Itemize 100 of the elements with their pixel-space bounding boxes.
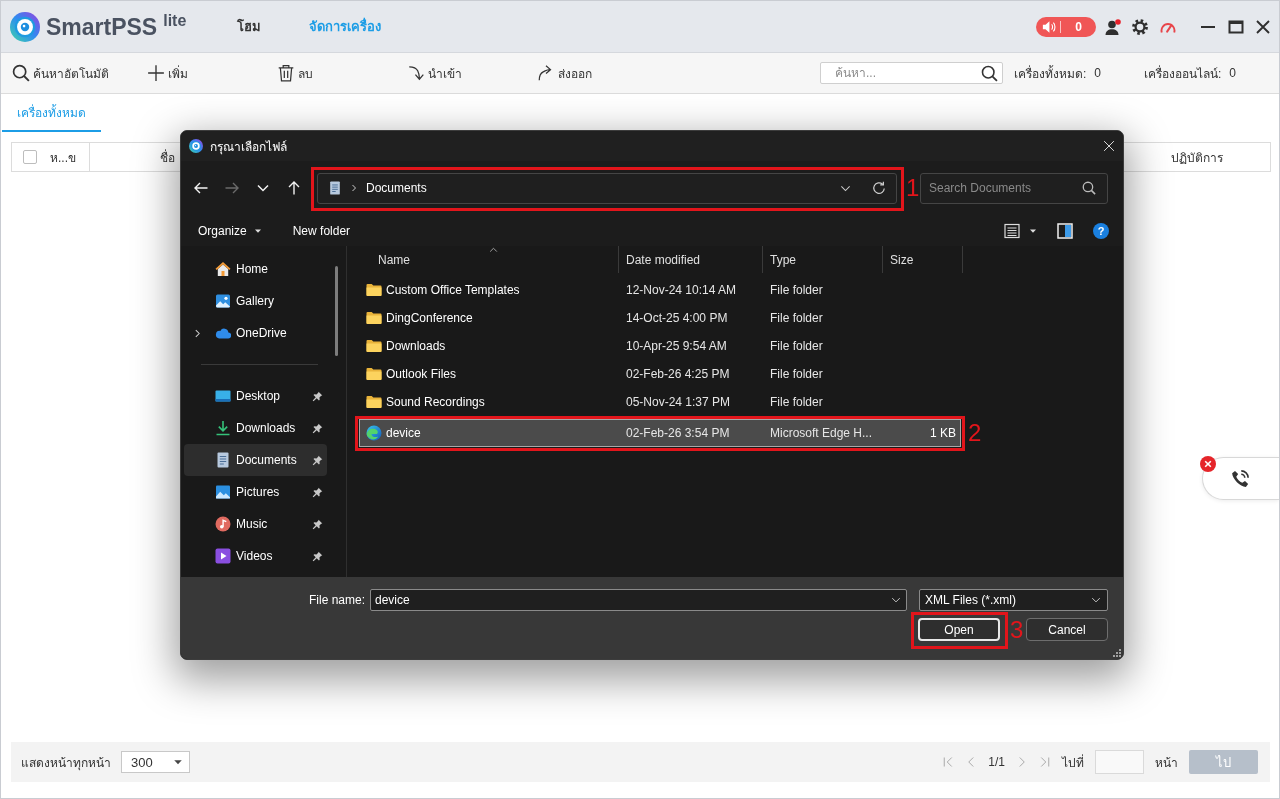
pin-icon (312, 422, 323, 434)
sidebar-item[interactable]: Gallery (184, 285, 327, 317)
file-type: File folder (770, 311, 823, 325)
column-header[interactable]: Size (883, 246, 963, 273)
search-icon[interactable] (981, 64, 998, 82)
dialog-button[interactable]: Cancel (1026, 618, 1108, 641)
sidebar-item[interactable]: Videos (184, 540, 327, 572)
page-size-select[interactable]: 300 (121, 751, 190, 773)
download-icon (215, 420, 231, 436)
sidebar-item[interactable]: Music (184, 508, 327, 540)
checkbox[interactable] (23, 150, 37, 164)
import-button[interactable]: นำเข้า (407, 63, 537, 83)
file-name: device (386, 426, 421, 440)
chevron-right-icon (193, 328, 202, 338)
file-name-field[interactable]: device (370, 589, 907, 611)
close-icon[interactable] (1255, 18, 1271, 35)
callout-number: 2 (968, 421, 982, 445)
sidebar-item[interactable]: OneDrive (184, 317, 327, 349)
back-arrow-icon[interactable] (193, 180, 209, 196)
chevron-down-icon (1091, 595, 1101, 605)
file-date: 02-Feb-26 3:54 PM (626, 426, 730, 440)
pin-icon (312, 390, 323, 402)
list-view-icon[interactable] (1004, 222, 1020, 239)
file-date: 12-Nov-24 10:14 AM (626, 283, 737, 297)
file-type: File folder (770, 283, 823, 297)
field-label: File name: (308, 593, 365, 607)
goto-label: ไปที่ (1062, 753, 1084, 772)
delete-button[interactable]: ลบ (277, 63, 407, 83)
file-type: File folder (770, 395, 823, 409)
chevron-right-icon (350, 184, 358, 192)
dialog-button[interactable]: Open (918, 618, 1000, 641)
desktop-icon (215, 388, 231, 404)
sort-caret-icon (488, 247, 498, 252)
preview-pane-icon[interactable] (1057, 222, 1073, 239)
file-row[interactable]: Downloads 10-Apr-25 9:54 AM File folder (359, 332, 961, 360)
call-widget[interactable] (1202, 457, 1279, 500)
refresh-icon[interactable] (872, 181, 886, 195)
file-type: File folder (770, 367, 823, 381)
file-row[interactable]: Sound Recordings 05-Nov-24 1:37 PM File folder (359, 388, 961, 416)
search-icon (12, 64, 30, 82)
gallery-icon (215, 293, 231, 309)
folder-icon (366, 366, 382, 382)
page-number-field[interactable] (1095, 750, 1144, 774)
sidebar-item[interactable]: Desktop (184, 380, 327, 412)
plus-icon (147, 64, 165, 82)
dialog-title: กรุณาเลือกไฟล์ (210, 138, 287, 156)
column-header[interactable]: Name (347, 246, 619, 273)
file-date: 02-Feb-26 4:25 PM (626, 367, 730, 381)
speaker-icon (1042, 19, 1056, 34)
command-button[interactable]: New folder (292, 223, 351, 238)
stat-label: เครื่องออนไลน์: (1144, 64, 1222, 83)
address-bar[interactable]: Documents (317, 172, 897, 204)
sidebar-item[interactable]: Pictures (184, 476, 327, 508)
folder-icon (366, 282, 382, 298)
file-row[interactable]: Outlook Files 02-Feb-26 4:25 PM File folder (359, 360, 961, 388)
search-icon[interactable] (1082, 181, 1096, 195)
command-button[interactable]: Organize (198, 223, 262, 238)
settings-icon[interactable] (1132, 18, 1148, 35)
chevron-down-icon[interactable] (891, 595, 901, 605)
column-header[interactable]: Type (763, 246, 883, 273)
page-indicator: 1/1 (988, 755, 1005, 769)
folder-icon (366, 310, 382, 326)
up-arrow-icon[interactable] (286, 180, 302, 196)
file-size: 1 KB (930, 426, 956, 440)
page-size-label: แสดงหน้าทุกหน้า (21, 754, 111, 772)
document-icon (328, 181, 342, 195)
stat-value: 0 (1094, 66, 1102, 80)
app-logo-text: SmartPSS$^{lite}$ (46, 11, 187, 42)
file-type-select[interactable]: XML Files (*.xml) (919, 589, 1108, 611)
add-button[interactable]: เพิ่ม (147, 63, 277, 83)
home-icon (215, 261, 231, 277)
file-row[interactable]: Custom Office Templates 12-Nov-24 10:14 AM File folder (359, 276, 961, 304)
phone-icon[interactable] (1230, 468, 1250, 489)
auto-search-button[interactable]: ค้นหาอัตโนมัติ (12, 63, 147, 83)
search-field[interactable]: Search Documents (920, 172, 1108, 204)
file-type: File folder (770, 339, 823, 353)
column-header: ห...ข (50, 149, 76, 167)
resize-grip-icon (1113, 649, 1121, 657)
trash-icon (277, 64, 295, 82)
file-row[interactable]: DingConference 14-Oct-25 4:00 PM File folder (359, 304, 961, 332)
help-button[interactable]: ? (1093, 222, 1109, 239)
nav-tab[interactable]: โฮม (237, 16, 261, 37)
maximize-icon[interactable] (1228, 18, 1244, 35)
file-name: Sound Recordings (386, 395, 485, 409)
sidebar-item[interactable]: Documents (184, 444, 327, 476)
caret-down-icon (173, 757, 183, 767)
edge-document-icon (366, 425, 382, 441)
user-icon[interactable] (1105, 18, 1121, 35)
breadcrumb[interactable]: Documents (366, 181, 427, 195)
export-button[interactable]: ส่งออก (537, 63, 667, 83)
folder-icon (366, 338, 382, 354)
app-logo-icon (10, 11, 40, 42)
file-type: Microsoft Edge H... (770, 426, 873, 440)
stat-label: เครื่องทั้งหมด: (1014, 64, 1087, 83)
sidebar-item[interactable]: Downloads (184, 412, 327, 444)
scrollbar[interactable] (335, 266, 338, 356)
sidebar-item[interactable]: Home (184, 253, 327, 285)
app-logo-icon (189, 139, 203, 153)
column-header[interactable]: Date modified (619, 246, 763, 273)
file-name: Outlook Files (386, 367, 457, 381)
